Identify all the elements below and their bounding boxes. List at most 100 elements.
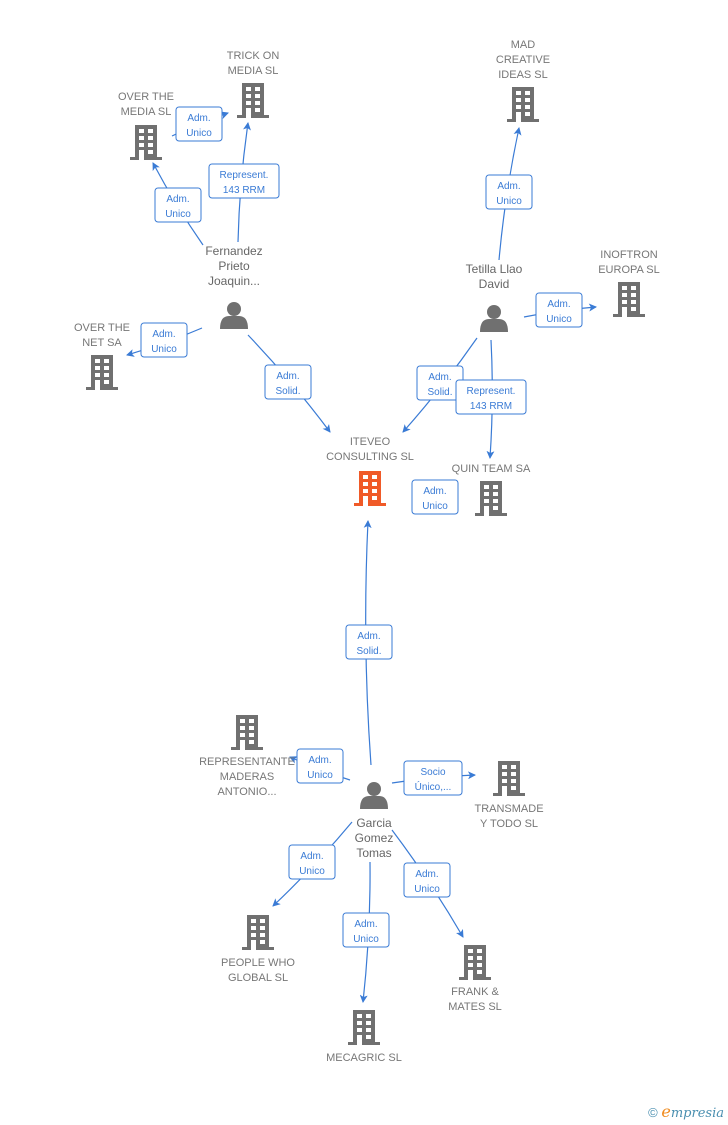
node-label: Y TODO SL bbox=[480, 818, 538, 830]
edge-label-text: Adm. bbox=[497, 181, 520, 192]
edge-label-text: Unico bbox=[353, 934, 379, 945]
brand-e: e bbox=[661, 1102, 671, 1121]
node-label: Garcia bbox=[356, 816, 392, 830]
node-label: MEDIA SL bbox=[121, 106, 172, 118]
node-people[interactable]: PEOPLE WHO GLOBAL SL bbox=[221, 915, 295, 984]
edge-label-garcia-iteveo[interactable]: Adm. Solid. bbox=[345, 624, 393, 660]
edge-label-text: Solid. bbox=[356, 646, 381, 657]
edge-label-text: Adm. bbox=[308, 755, 331, 766]
building-icon bbox=[130, 125, 162, 162]
node-label: REPRESENTANTE bbox=[199, 756, 295, 768]
node-label: GLOBAL SL bbox=[228, 972, 288, 984]
edge-label-text: Unico bbox=[151, 344, 177, 355]
node-inoftron[interactable]: INOFTRON EUROPA SL bbox=[598, 249, 660, 319]
node-label: Prieto bbox=[218, 259, 250, 273]
building-icon bbox=[613, 282, 645, 319]
building-icon bbox=[237, 83, 269, 120]
edge-label-text: Adm. bbox=[354, 919, 377, 930]
edge-label-text: Adm. bbox=[187, 113, 210, 124]
edge-label-fernandez-overnet[interactable]: Adm. Unico bbox=[140, 322, 188, 358]
edge-label-garcia-mecagric[interactable]: Adm. Unico bbox=[342, 912, 390, 948]
node-label: IDEAS SL bbox=[498, 69, 548, 81]
edge-label-fernandez-iteveo[interactable]: Adm. Solid. bbox=[264, 364, 312, 400]
building-icon bbox=[348, 1010, 380, 1047]
edge-label-garcia-representante[interactable]: Adm. Unico bbox=[296, 748, 344, 784]
node-transmade[interactable]: TRANSMADE Y TODO SL bbox=[474, 761, 544, 830]
node-label: EUROPA SL bbox=[598, 264, 660, 276]
edge-label-text: Unico bbox=[165, 209, 191, 220]
node-label: Tomas bbox=[356, 846, 391, 860]
edge-label-quinteam-iteveo[interactable]: Adm. Unico bbox=[411, 479, 459, 515]
node-label: Fernandez bbox=[205, 244, 262, 258]
network-diagram: ITEVEOCONSULTING SLTRICK ONMEDIA SLOVER … bbox=[74, 39, 660, 1064]
edge-label-text: Unico bbox=[422, 501, 448, 512]
node-label: David bbox=[479, 277, 510, 291]
node-label: TRICK ON bbox=[227, 50, 280, 62]
node-tetilla[interactable]: Tetilla LlaoDavid bbox=[466, 262, 523, 332]
node-label: OVER THE bbox=[118, 91, 174, 103]
node-label: NET SA bbox=[82, 337, 122, 349]
building-icon bbox=[459, 945, 491, 982]
edge-label-text: Unico bbox=[546, 314, 572, 325]
edge-label-tetilla-inoftron[interactable]: Adm. Unico bbox=[535, 292, 583, 328]
edge-label-tetilla-quinteam[interactable]: Represent. 143 RRM bbox=[455, 379, 527, 415]
edge-label-text: Unico bbox=[186, 128, 212, 139]
empresia-logo: © empresia bbox=[648, 1102, 724, 1121]
node-label: Joaquin... bbox=[208, 274, 260, 288]
building-icon bbox=[231, 715, 263, 752]
edge-label-tetilla-mad[interactable]: Adm. Unico bbox=[485, 174, 533, 210]
person-icon bbox=[220, 302, 248, 329]
node-label: OVER THE bbox=[74, 322, 130, 334]
node-overnet[interactable]: OVER THE NET SA bbox=[74, 322, 130, 392]
node-label: Tetilla Llao bbox=[466, 262, 523, 276]
node-label: TRANSMADE bbox=[474, 803, 543, 815]
node-label: Gomez bbox=[355, 831, 394, 845]
edge-label-fernandez-overmedia[interactable]: Adm. Unico bbox=[154, 187, 202, 223]
edge-label-text: Adm. bbox=[547, 299, 570, 310]
edge-label-text: 143 RRM bbox=[470, 401, 512, 412]
node-quinteam[interactable]: QUIN TEAM SA bbox=[452, 463, 531, 518]
node-frank[interactable]: FRANK & MATES SL bbox=[448, 945, 502, 1013]
edge-label-text: Solid. bbox=[427, 387, 452, 398]
node-label: ITEVEO bbox=[350, 436, 391, 448]
node-representante[interactable]: REPRESENTANTE MADERAS ANTONIO... bbox=[199, 715, 295, 798]
edge-label-text: Solid. bbox=[275, 386, 300, 397]
brand-name: mpresia bbox=[670, 1106, 724, 1121]
node-label: FRANK & bbox=[451, 986, 499, 998]
edge-label-text: Represent. bbox=[220, 170, 269, 181]
edge-label-text: Unico bbox=[307, 770, 333, 781]
building-icon bbox=[475, 481, 507, 518]
node-label: CONSULTING SL bbox=[326, 451, 414, 463]
edge-label-garcia-frank[interactable]: Adm. Unico bbox=[403, 862, 451, 898]
edge-label-text: Socio bbox=[420, 767, 445, 778]
edge-label-text: Unico bbox=[496, 196, 522, 207]
node-label: CREATIVE bbox=[496, 54, 550, 66]
edge-label-fernandez-trick[interactable]: Represent. 143 RRM bbox=[208, 163, 280, 199]
node-fernandez[interactable]: FernandezPrietoJoaquin... bbox=[205, 244, 263, 329]
building-icon bbox=[493, 761, 525, 798]
node-mad[interactable]: MAD CREATIVE IDEAS SL bbox=[496, 39, 550, 124]
node-mecagric[interactable]: MECAGRIC SL bbox=[326, 1010, 402, 1064]
edge-label-text: Unico bbox=[414, 884, 440, 895]
building-icon bbox=[507, 87, 539, 124]
edge-label-garcia-people[interactable]: Adm. Unico bbox=[288, 844, 336, 880]
building-icon bbox=[242, 915, 274, 952]
edge-label-text: Adm. bbox=[300, 851, 323, 862]
building-icon bbox=[354, 471, 386, 508]
edge-label-text: Adm. bbox=[428, 372, 451, 383]
node-label: MATES SL bbox=[448, 1001, 502, 1013]
edge-label-text: Adm. bbox=[166, 194, 189, 205]
node-label: INOFTRON bbox=[600, 249, 657, 261]
edge-label-text: Único,... bbox=[415, 780, 452, 793]
node-garcia[interactable]: GarciaGomezTomas bbox=[355, 782, 394, 860]
node-label: ANTONIO... bbox=[217, 786, 276, 798]
node-label: MEDIA SL bbox=[228, 65, 279, 77]
edge-label-garcia-transmade[interactable]: Socio Único,... bbox=[403, 760, 463, 796]
person-icon bbox=[360, 782, 388, 809]
edge-label-text: Adm. bbox=[415, 869, 438, 880]
node-trick[interactable]: TRICK ON MEDIA SL bbox=[227, 50, 280, 120]
node-label: PEOPLE WHO bbox=[221, 957, 295, 969]
node-overmedia[interactable]: OVER THE MEDIA SL bbox=[118, 91, 174, 162]
edge-label-overmedia-trick[interactable]: Adm. Unico bbox=[175, 106, 223, 142]
node-iteveo[interactable]: ITEVEO CONSULTING SL bbox=[326, 436, 414, 508]
